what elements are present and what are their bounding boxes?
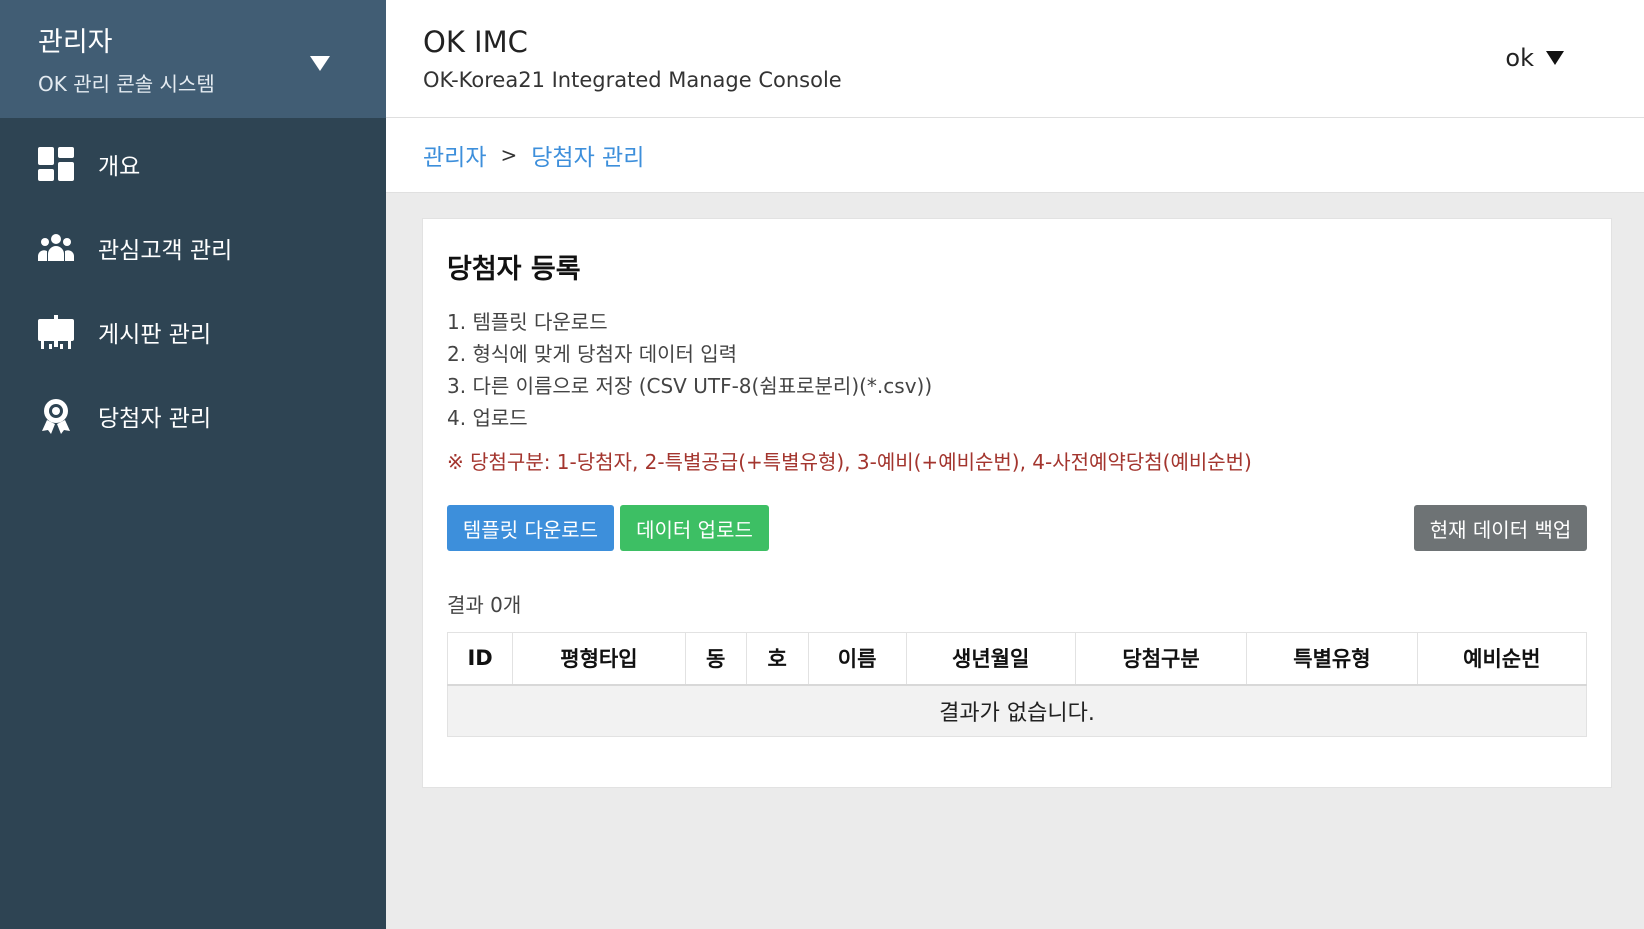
breadcrumb-root-link[interactable]: 관리자 — [423, 138, 486, 172]
system-name: OK 관리 콘솔 시스템 — [38, 72, 215, 96]
sidebar-item-label: 개요 — [98, 154, 141, 180]
breadcrumb-separator: > — [500, 143, 518, 167]
dashboard-icon — [37, 145, 75, 183]
step-item: 2. 형식에 맞게 당첨자 데이터 입력 — [447, 342, 738, 366]
column-header-reserve-order[interactable]: 예비순번 — [1416, 632, 1588, 686]
sidebar-item-board[interactable]: 게시판 관리 — [0, 290, 386, 374]
winner-registration-card: 당첨자 등록 1. 템플릿 다운로드 2. 형식에 맞게 당첨자 데이터 입력 … — [422, 218, 1612, 788]
sidebar-item-customers[interactable]: 관심고객 관리 — [0, 206, 386, 290]
instruction-steps: 1. 템플릿 다운로드 2. 형식에 맞게 당첨자 데이터 입력 3. 다른 이… — [447, 306, 1587, 434]
role-label: 관리자 — [38, 27, 113, 58]
award-icon — [37, 397, 75, 435]
column-header-id[interactable]: ID — [446, 632, 514, 686]
column-header-name[interactable]: 이름 — [807, 632, 907, 686]
board-icon — [37, 313, 75, 351]
sidebar-item-label: 관심고객 관리 — [98, 238, 233, 264]
app-subtitle: OK-Korea21 Integrated Manage Console — [423, 68, 842, 92]
column-header-birthdate[interactable]: 생년월일 — [905, 632, 1076, 686]
data-upload-button[interactable]: 데이터 업로드 — [620, 505, 769, 551]
winners-table: ID 평형타입 동 호 이름 생년월일 당첨구분 특별유형 예비순번 결과가 없… — [446, 632, 1588, 737]
sidebar-header[interactable]: 관리자 OK 관리 콘솔 시스템 — [0, 0, 386, 118]
card-title: 당첨자 등록 — [447, 254, 581, 285]
sidebar-item-winners[interactable]: 당첨자 관리 — [0, 374, 386, 458]
step-item: 1. 템플릿 다운로드 — [447, 310, 608, 334]
app-title: OK IMC — [423, 25, 528, 59]
sidebar-item-label: 게시판 관리 — [98, 322, 212, 348]
column-header-unit-number[interactable]: 호 — [745, 632, 809, 686]
column-header-unit-type[interactable]: 평형타입 — [512, 632, 686, 686]
step-item: 4. 업로드 — [447, 406, 528, 430]
users-icon — [37, 229, 75, 267]
table-header-row: ID 평형타입 동 호 이름 생년월일 당첨구분 특별유형 예비순번 — [446, 632, 1588, 686]
classification-note: ※ 당첨구분: 1-당첨자, 2-특별공급(+특별유형), 3-예비(+예비순번… — [447, 450, 1252, 474]
step-item: 3. 다른 이름으로 저장 (CSV UTF-8(쉼표로분리)(*.csv)) — [447, 374, 933, 398]
user-menu[interactable]: ok — [1505, 44, 1564, 72]
sidebar-nav: 개요 관심고객 관리 게시판 관리 당첨자 관리 — [0, 118, 386, 458]
caret-down-icon — [1546, 51, 1564, 65]
breadcrumb: 관리자 > 당첨자 관리 — [386, 118, 1644, 193]
sidebar-item-label: 당첨자 관리 — [98, 406, 212, 432]
column-header-building[interactable]: 동 — [684, 632, 747, 686]
column-header-winner-category[interactable]: 당첨구분 — [1074, 632, 1248, 686]
top-header: OK IMC OK-Korea21 Integrated Manage Cons… — [386, 0, 1644, 118]
chevron-down-icon[interactable] — [310, 56, 330, 71]
column-header-special-type[interactable]: 특별유형 — [1246, 632, 1418, 686]
user-name: ok — [1505, 44, 1534, 72]
result-count: 결과 0개 — [447, 593, 522, 617]
sidebar-item-overview[interactable]: 개요 — [0, 122, 386, 206]
breadcrumb-current-link[interactable]: 당첨자 관리 — [531, 138, 644, 172]
action-buttons: 템플릿 다운로드 데이터 업로드 현재 데이터 백업 — [447, 505, 1587, 551]
backup-data-button[interactable]: 현재 데이터 백업 — [1414, 505, 1587, 551]
sidebar: 관리자 OK 관리 콘솔 시스템 개요 관심고객 관리 게시판 관리 당첨자 관… — [0, 0, 386, 929]
table-row: 결과가 없습니다. — [447, 684, 1587, 737]
template-download-button[interactable]: 템플릿 다운로드 — [447, 505, 614, 551]
empty-results-message: 결과가 없습니다. — [447, 684, 1587, 737]
